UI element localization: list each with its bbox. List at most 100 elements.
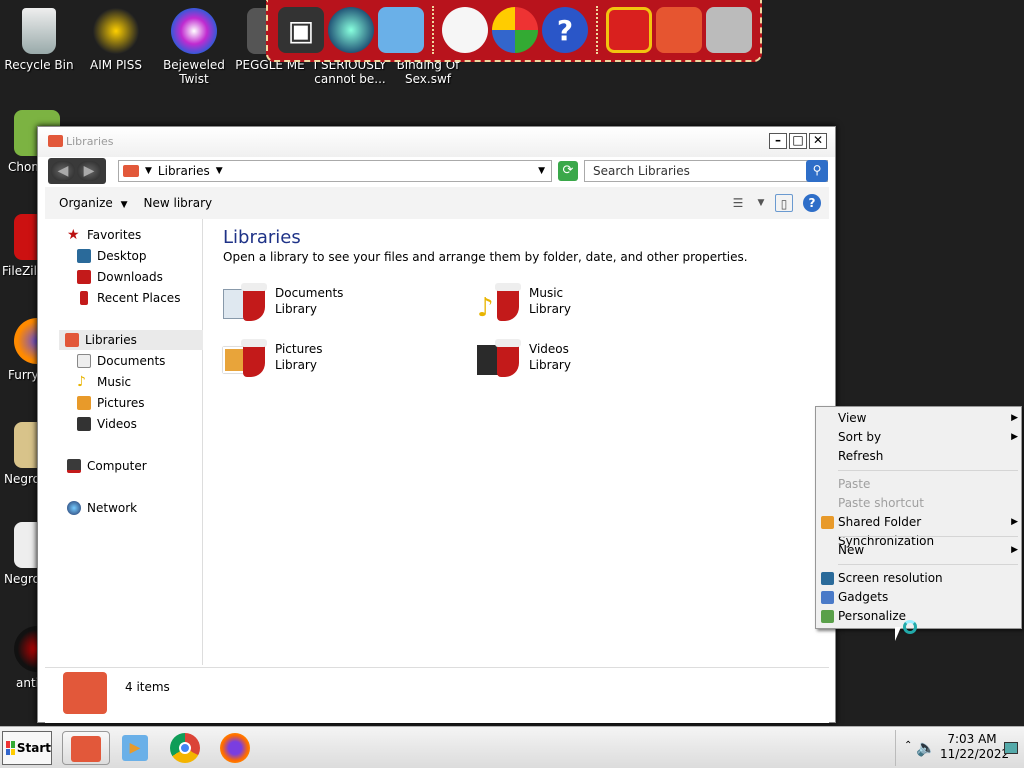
back-button[interactable]: ◀ bbox=[51, 161, 75, 181]
nav-network[interactable]: Network bbox=[67, 498, 137, 518]
desktop-icon-aim[interactable]: AIM PISS bbox=[78, 8, 154, 72]
menu-label: Refresh bbox=[838, 449, 884, 463]
start-button[interactable]: Start bbox=[2, 731, 52, 765]
nav-libraries[interactable]: Libraries bbox=[59, 330, 203, 350]
address-bar-row: ◀ ▶ ▼ Libraries ▼ ▼ ⟳ Search Libraries ⚲ bbox=[48, 158, 828, 186]
menu-label: Gadgets bbox=[838, 590, 889, 604]
chrome-center bbox=[179, 742, 191, 754]
menu-item-new[interactable]: New ▶ bbox=[838, 541, 1018, 560]
minimize-button[interactable]: – bbox=[769, 133, 787, 149]
windows-logo-icon bbox=[6, 741, 15, 755]
address-text[interactable]: Libraries bbox=[158, 164, 210, 178]
libraries-large-icon bbox=[63, 672, 107, 714]
library-name: Music bbox=[529, 286, 564, 300]
help-icon[interactable]: ? bbox=[542, 7, 588, 53]
folder-icon[interactable] bbox=[656, 7, 702, 53]
pictures-library-icon bbox=[221, 337, 269, 381]
nav-label: Computer bbox=[87, 459, 147, 473]
search-input[interactable]: Search Libraries ⚲ bbox=[584, 160, 828, 182]
organize-label: Organize bbox=[59, 196, 113, 210]
new-library-button[interactable]: New library bbox=[136, 196, 221, 210]
library-name: Videos bbox=[529, 342, 569, 356]
folder-icon bbox=[48, 135, 63, 147]
windows-update-icon[interactable] bbox=[492, 7, 538, 53]
nav-desktop[interactable]: Desktop bbox=[77, 246, 147, 266]
taskbar-firefox-button[interactable] bbox=[218, 731, 252, 765]
menu-item-shared-folder-sync[interactable]: Shared Folder Synchronization ▶ bbox=[821, 513, 1018, 548]
show-hidden-icons-icon[interactable]: ⌃ bbox=[904, 740, 912, 751]
snowman-icon[interactable] bbox=[442, 7, 488, 53]
menu-label: Sort by bbox=[838, 430, 882, 444]
menu-item-paste: Paste bbox=[838, 475, 1018, 494]
volume-icon[interactable]: 🔈 bbox=[916, 738, 936, 757]
menu-item-gadgets[interactable]: Gadgets bbox=[821, 588, 1018, 607]
libraries-icon bbox=[65, 333, 79, 347]
library-name: Pictures bbox=[275, 342, 323, 356]
menu-label: Paste bbox=[838, 477, 871, 491]
library-item-music[interactable]: ♪ Music Library bbox=[475, 281, 571, 325]
gift-icon[interactable] bbox=[606, 7, 652, 53]
taskbar-explorer-button[interactable] bbox=[62, 731, 110, 765]
desktop-icon-bejeweled[interactable]: Bejeweled Twist bbox=[156, 8, 232, 86]
organize-button[interactable]: Organize ▼ bbox=[45, 196, 136, 210]
chevron-right-icon[interactable]: ▼ bbox=[145, 166, 152, 176]
forward-button[interactable]: ▶ bbox=[77, 161, 101, 181]
window-title: Libraries bbox=[66, 135, 114, 148]
show-desktop-icon[interactable] bbox=[1004, 742, 1018, 754]
mouse-pointer-icon bbox=[895, 627, 901, 641]
page-description: Open a library to see your files and arr… bbox=[223, 250, 748, 264]
taskbar-chrome-button[interactable] bbox=[168, 731, 202, 765]
documents-icon bbox=[77, 354, 91, 368]
desktop-icon-recycle-bin[interactable]: Recycle Bin bbox=[1, 8, 77, 72]
clock[interactable]: 7:03 AM 11/22/2022 bbox=[940, 732, 1009, 762]
window-controls: – □ ✕ bbox=[769, 133, 827, 149]
nav-videos[interactable]: Videos bbox=[77, 414, 137, 434]
nav-music[interactable]: ♪ Music bbox=[77, 372, 131, 392]
history-dropdown-icon[interactable]: ▼ bbox=[538, 166, 545, 176]
chevron-down-icon[interactable]: ▼ bbox=[757, 194, 765, 212]
trash-icon[interactable] bbox=[706, 7, 752, 53]
menu-item-screen-resolution[interactable]: Screen resolution bbox=[821, 569, 1018, 588]
documents-library-icon bbox=[221, 281, 269, 325]
globe-icon[interactable] bbox=[328, 7, 374, 53]
taskbar-media-player-button[interactable]: ▶ bbox=[118, 731, 152, 765]
library-item-pictures[interactable]: Pictures Library bbox=[221, 337, 323, 381]
nav-computer[interactable]: Computer bbox=[67, 456, 147, 476]
nav-downloads[interactable]: Downloads bbox=[77, 267, 163, 287]
music-library-icon: ♪ bbox=[475, 281, 523, 325]
library-item-videos[interactable]: Videos Library bbox=[475, 337, 571, 381]
taskbar: Start ▶ ⌃ 🔈 7:03 AM 11/22/2022 bbox=[0, 726, 1024, 768]
help-icon[interactable]: ? bbox=[803, 194, 821, 212]
maximize-button[interactable]: □ bbox=[789, 133, 807, 149]
title-bar[interactable]: Libraries – □ ✕ bbox=[38, 127, 835, 157]
refresh-button[interactable]: ⟳ bbox=[558, 161, 578, 181]
dock-bar: ▣ ? bbox=[266, 0, 762, 62]
view-options-icon[interactable]: ☰ bbox=[729, 194, 747, 212]
nav-documents[interactable]: Documents bbox=[77, 351, 165, 371]
address-box[interactable]: ▼ Libraries ▼ ▼ bbox=[118, 160, 552, 182]
menu-item-refresh[interactable]: Refresh bbox=[838, 447, 1018, 466]
videos-library-icon bbox=[475, 337, 523, 381]
nav-label: Network bbox=[87, 501, 138, 515]
computer-icon[interactable]: ▣ bbox=[278, 7, 324, 53]
chevron-down-icon[interactable]: ▼ bbox=[216, 166, 223, 176]
preview-pane-icon[interactable]: ▯ bbox=[775, 194, 793, 212]
menu-item-view[interactable]: View ▶ bbox=[838, 409, 1018, 428]
control-panel-icon[interactable] bbox=[378, 7, 424, 53]
nav-favorites[interactable]: ★ Favorites bbox=[67, 225, 141, 245]
menu-separator bbox=[838, 470, 1018, 471]
details-pane: 4 items bbox=[45, 667, 829, 723]
submenu-arrow-icon: ▶ bbox=[1011, 432, 1018, 442]
nav-pictures[interactable]: Pictures bbox=[77, 393, 145, 413]
clock-time: 7:03 AM bbox=[947, 732, 997, 746]
menu-item-personalize[interactable]: Personalize bbox=[821, 607, 1018, 626]
library-item-documents[interactable]: Documents Library bbox=[221, 281, 343, 325]
network-globe-icon bbox=[67, 501, 81, 515]
nav-recent-places[interactable]: Recent Places bbox=[77, 288, 180, 308]
start-label: Start bbox=[16, 741, 51, 755]
menu-item-sort-by[interactable]: Sort by ▶ bbox=[838, 428, 1018, 447]
close-button[interactable]: ✕ bbox=[809, 133, 827, 149]
menu-label: View bbox=[838, 411, 867, 425]
nav-label: Recent Places bbox=[97, 291, 181, 305]
search-icon[interactable]: ⚲ bbox=[806, 160, 828, 182]
